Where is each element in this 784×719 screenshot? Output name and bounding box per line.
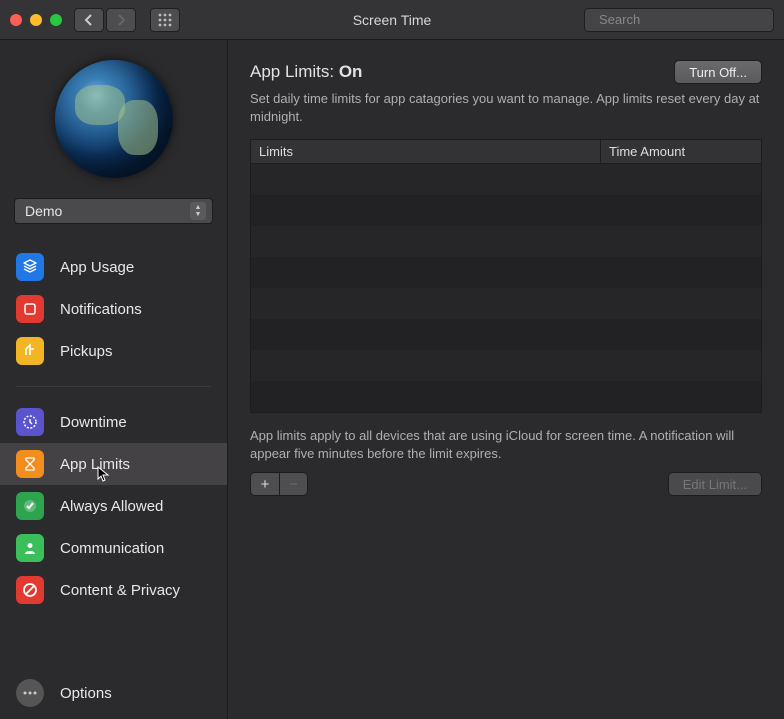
sidebar-item-label: Communication: [60, 540, 164, 557]
ellipsis-icon: [16, 679, 44, 707]
sidebar-item-app-limits[interactable]: App Limits: [0, 443, 227, 485]
sidebar-item-communication[interactable]: Communication: [0, 527, 227, 569]
sidebar-item-label: Notifications: [60, 301, 142, 318]
sidebar-item-label: App Limits: [60, 456, 130, 473]
close-window-icon[interactable]: [10, 14, 22, 26]
table-row: [251, 164, 761, 195]
account-avatar-globe: [55, 60, 173, 178]
account-select[interactable]: Demo ▲▼: [14, 198, 213, 224]
sidebar: Demo ▲▼ App Usage Notifications: [0, 40, 228, 719]
column-header-limits[interactable]: Limits: [251, 140, 601, 163]
sidebar-divider: [16, 386, 211, 387]
sidebar-item-label: Content & Privacy: [60, 582, 180, 599]
sidebar-item-label: App Usage: [60, 259, 134, 276]
limits-table: Limits Time Amount: [250, 139, 762, 413]
page-title: App Limits: On: [250, 62, 362, 82]
sidebar-item-always-allowed[interactable]: Always Allowed: [0, 485, 227, 527]
search-field[interactable]: [584, 8, 774, 32]
titlebar: Screen Time: [0, 0, 784, 40]
table-row: [251, 381, 761, 412]
table-row: [251, 288, 761, 319]
sidebar-item-label: Always Allowed: [60, 498, 163, 515]
table-row: [251, 319, 761, 350]
sidebar-item-app-usage[interactable]: App Usage: [0, 246, 227, 288]
table-row: [251, 257, 761, 288]
sidebar-item-notifications[interactable]: Notifications: [0, 288, 227, 330]
footer-note: App limits apply to all devices that are…: [250, 427, 762, 462]
add-button[interactable]: +: [251, 473, 279, 495]
column-header-time-amount[interactable]: Time Amount: [601, 140, 761, 163]
sidebar-item-label: Options: [60, 685, 112, 702]
zoom-window-icon[interactable]: [50, 14, 62, 26]
notification-icon: [16, 295, 44, 323]
window-title: Screen Time: [353, 12, 432, 28]
back-button[interactable]: [74, 8, 104, 32]
no-symbol-icon: [16, 576, 44, 604]
check-seal-icon: [16, 492, 44, 520]
table-row: [251, 350, 761, 381]
sidebar-item-downtime[interactable]: Downtime: [0, 401, 227, 443]
hourglass-icon: [16, 450, 44, 478]
pickup-icon: [16, 337, 44, 365]
minimize-window-icon[interactable]: [30, 14, 42, 26]
show-all-button[interactable]: [150, 8, 180, 32]
search-input[interactable]: [599, 12, 775, 27]
edit-limit-button[interactable]: Edit Limit...: [668, 472, 762, 496]
table-row: [251, 226, 761, 257]
nav-buttons: [74, 8, 136, 32]
account-select-value: Demo: [25, 203, 62, 219]
sidebar-item-pickups[interactable]: Pickups: [0, 330, 227, 372]
sidebar-item-label: Downtime: [60, 414, 127, 431]
add-remove-control: + −: [250, 472, 308, 496]
forward-button[interactable]: [106, 8, 136, 32]
table-header: Limits Time Amount: [251, 140, 761, 164]
table-body[interactable]: [251, 164, 761, 412]
sidebar-item-content-privacy[interactable]: Content & Privacy: [0, 569, 227, 611]
sidebar-list: App Usage Notifications Pickups Down: [0, 246, 227, 611]
chevron-updown-icon: ▲▼: [190, 202, 206, 220]
table-row: [251, 195, 761, 226]
remove-button[interactable]: −: [279, 473, 307, 495]
sidebar-item-label: Pickups: [60, 343, 113, 360]
turn-off-button[interactable]: Turn Off...: [674, 60, 762, 84]
layers-icon: [16, 253, 44, 281]
person-icon: [16, 534, 44, 562]
sidebar-item-options[interactable]: Options: [0, 667, 227, 719]
window-controls: [10, 14, 62, 26]
main-content: App Limits: On Turn Off... Set daily tim…: [228, 40, 784, 719]
page-description: Set daily time limits for app catagories…: [250, 90, 762, 125]
clock-icon: [16, 408, 44, 436]
